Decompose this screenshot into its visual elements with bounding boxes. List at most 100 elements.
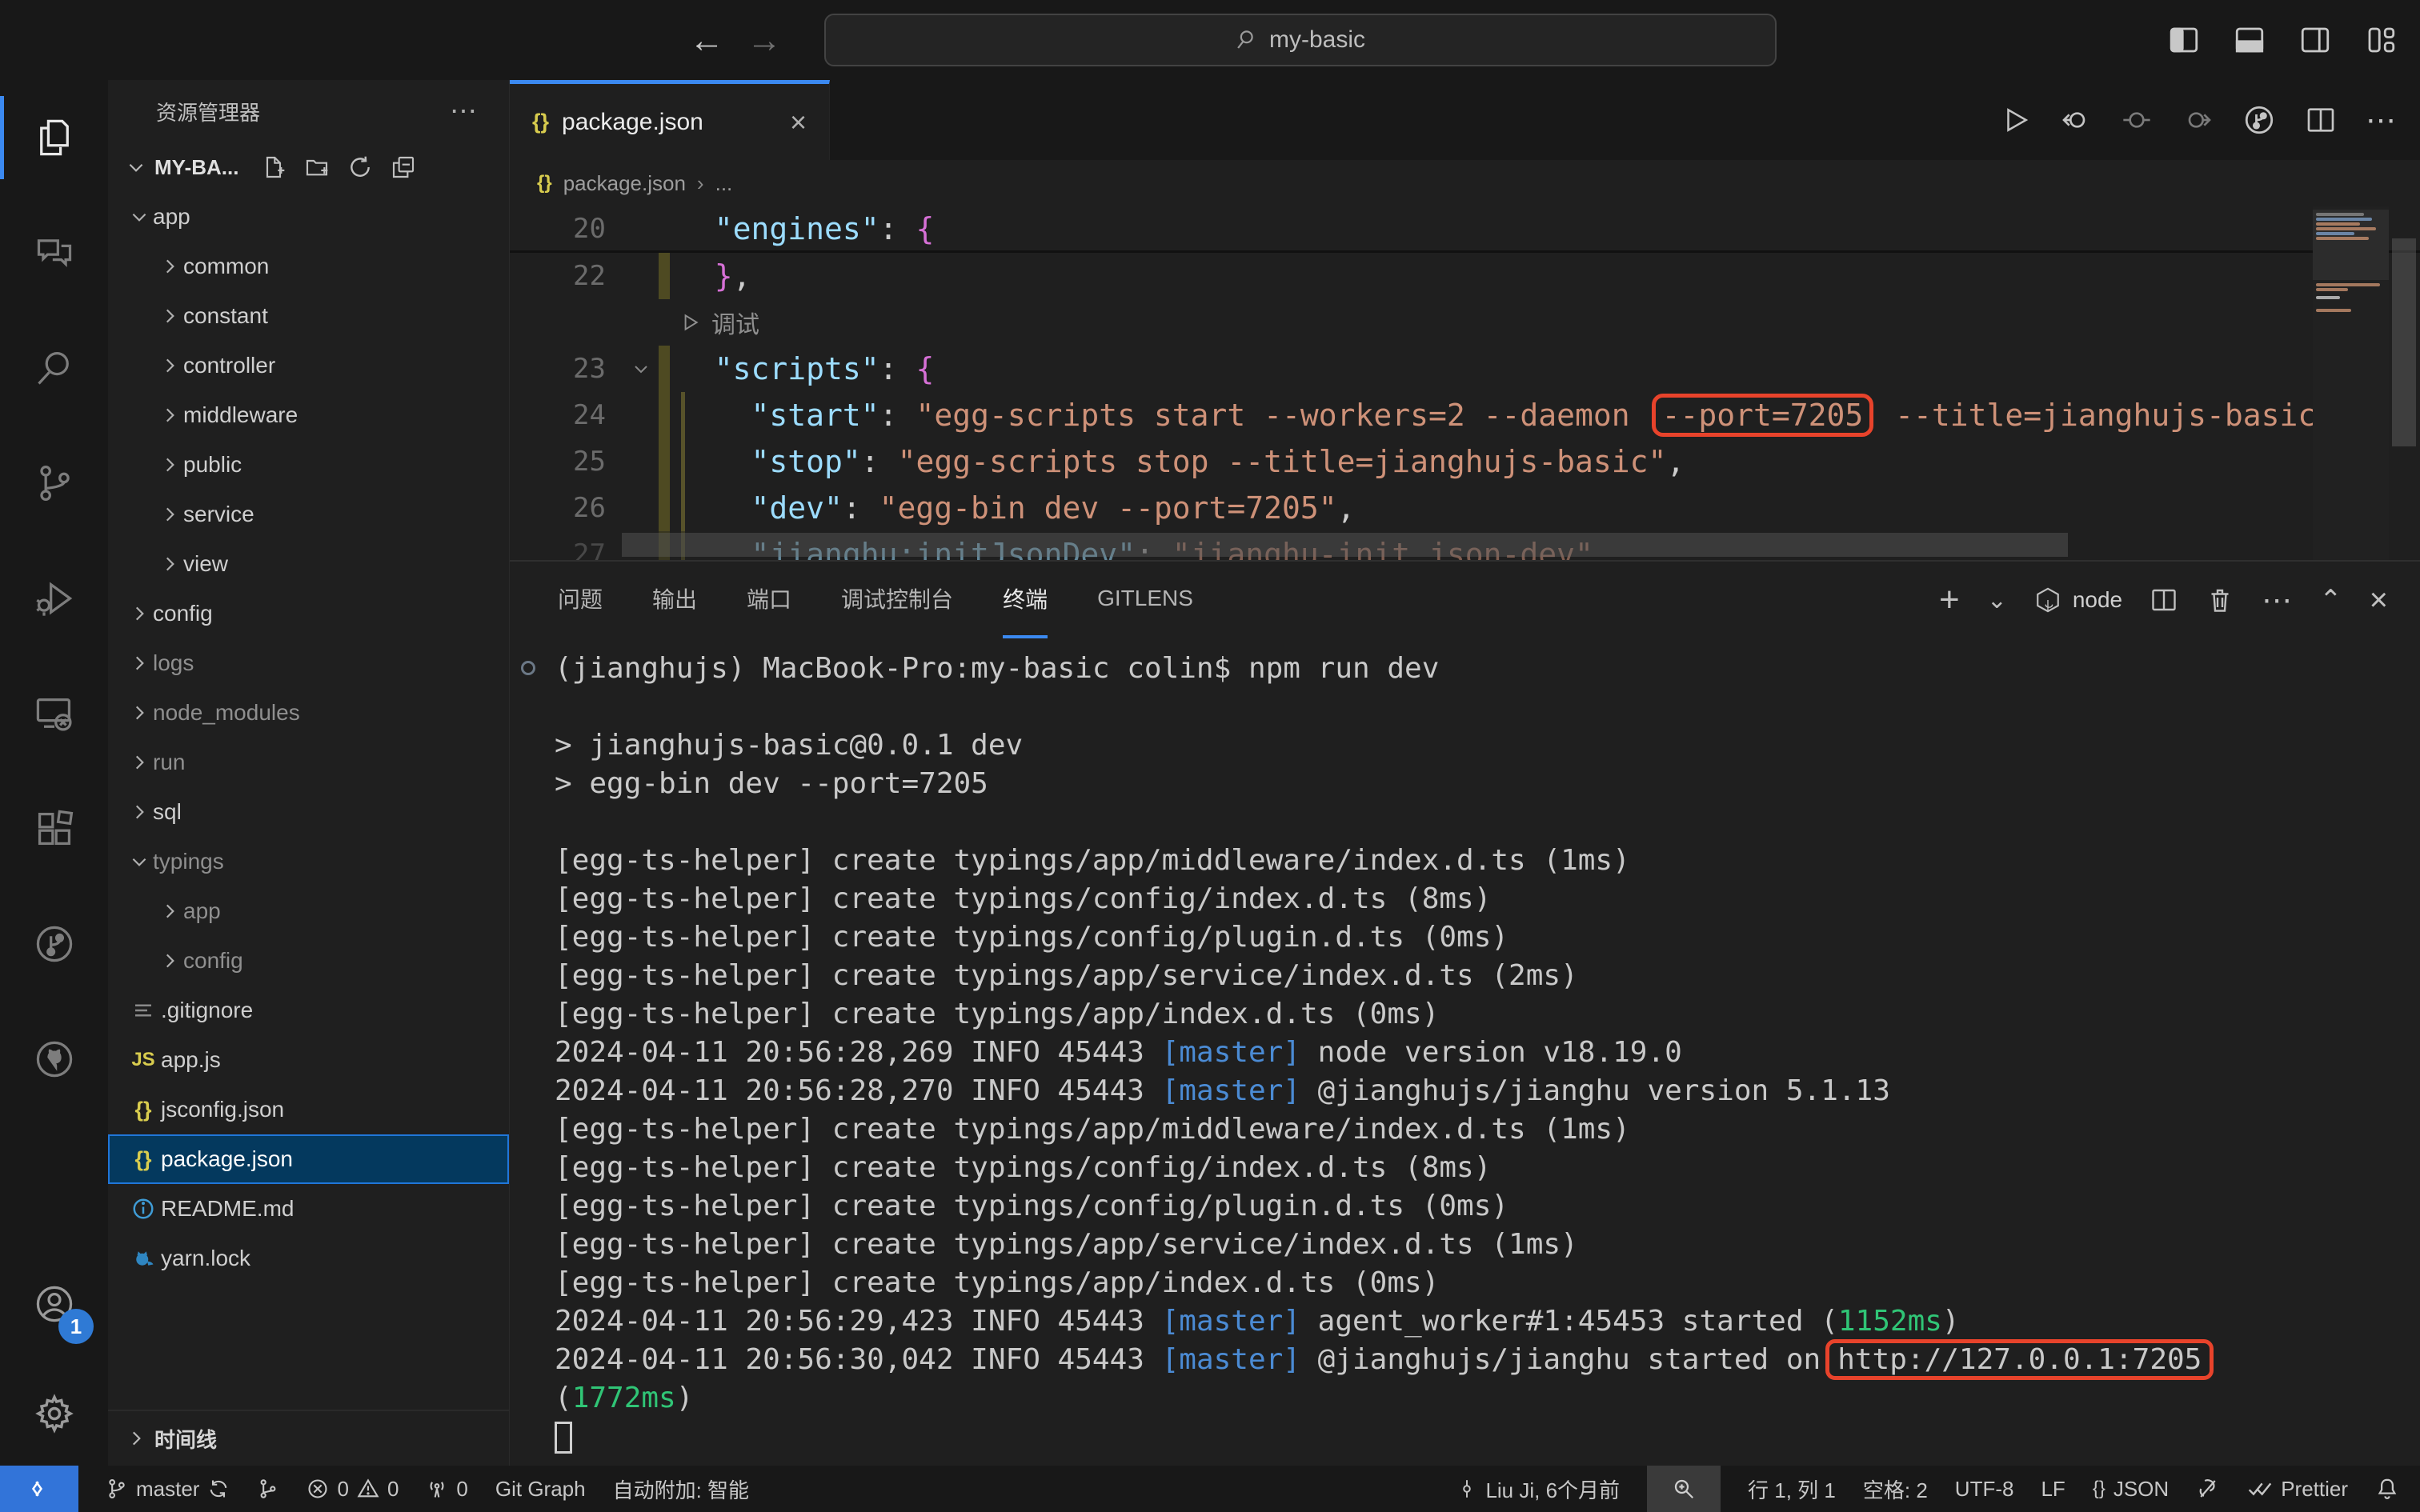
notifications-bell-icon[interactable] <box>2375 1477 2399 1501</box>
eol-status[interactable]: LF <box>2041 1477 2065 1502</box>
code-line-23[interactable]: 23 "scripts": { <box>510 346 2420 392</box>
prev-change-icon[interactable] <box>2060 104 2092 136</box>
refresh-icon[interactable] <box>347 154 373 180</box>
indentation-status[interactable]: 空格: 2 <box>1863 1474 1928 1504</box>
code-line-24[interactable]: 24 "start": "egg-scripts start --workers… <box>510 392 2420 438</box>
git-graph-button[interactable]: Git Graph <box>495 1477 586 1502</box>
horizontal-scrollbar[interactable] <box>622 533 2068 557</box>
new-terminal-icon[interactable]: + <box>1939 580 1960 620</box>
tree-folder-app[interactable]: app <box>108 192 509 242</box>
minimap[interactable] <box>2313 206 2389 560</box>
tree-file-jsconfig-json[interactable]: {}jsconfig.json <box>108 1085 509 1134</box>
slash-icon[interactable] <box>2196 1477 2220 1501</box>
tree-file-yarn-lock[interactable]: yarn.lock <box>108 1234 509 1283</box>
panel-tab-输出[interactable]: 输出 <box>652 562 697 638</box>
panel-tab-端口[interactable]: 端口 <box>747 562 791 638</box>
gitlens-activity-button[interactable] <box>0 886 108 1002</box>
language-status[interactable]: {} JSON <box>2093 1477 2169 1502</box>
tree-folder-config[interactable]: config <box>108 589 509 638</box>
change-dot-icon[interactable] <box>2121 104 2153 136</box>
tree-folder-middleware[interactable]: middleware <box>108 390 509 440</box>
code-line-22[interactable]: 22 }, <box>510 253 2420 299</box>
gitlens-icon[interactable] <box>2242 103 2276 137</box>
code-line-25[interactable]: 25 "stop": "egg-scripts stop --title=jia… <box>510 438 2420 485</box>
editor-more-icon[interactable]: ⋯ <box>2366 102 2396 138</box>
tree-file--gitignore[interactable]: .gitignore <box>108 986 509 1035</box>
command-decoration-icon[interactable] <box>521 661 535 675</box>
blame-status[interactable]: Liu Ji, 6个月前 <box>1456 1474 1620 1504</box>
panel-more-icon[interactable]: ⋯ <box>2262 582 2292 618</box>
git-graph-status-icon[interactable] <box>257 1478 279 1500</box>
branch-status[interactable]: master <box>106 1477 230 1502</box>
terminal-dropdown-icon[interactable]: ⌄ <box>1987 586 2007 614</box>
panel-tab-GITLENS[interactable]: GITLENS <box>1097 562 1193 638</box>
code-editor[interactable]: 20 "engines": {22 }, 调试 23 "scripts": {24 … <box>510 206 2420 560</box>
tree-folder-node-modules[interactable]: node_modules <box>108 688 509 738</box>
tree-file-app-js[interactable]: JSapp.js <box>108 1035 509 1085</box>
panel-tab-调试控制台[interactable]: 调试控制台 <box>841 562 953 638</box>
tab-package-json[interactable]: {} package.json × <box>510 80 830 160</box>
accounts-button[interactable]: 1 <box>0 1246 108 1362</box>
tree-file-readme-md[interactable]: README.md <box>108 1184 509 1234</box>
nav-back-icon[interactable]: ← <box>687 21 727 61</box>
chat-button[interactable] <box>0 195 108 310</box>
panel-tab-问题[interactable]: 问题 <box>558 562 603 638</box>
formatter-status[interactable]: Prettier <box>2247 1476 2348 1502</box>
toggle-secondary-sidebar-icon[interactable] <box>2298 23 2332 57</box>
terminal-process-item[interactable]: node <box>2034 586 2122 614</box>
explorer-more-icon[interactable]: ⋯ <box>450 95 477 127</box>
tree-folder-public[interactable]: public <box>108 440 509 490</box>
codelens-row[interactable]: 调试 <box>510 299 2420 346</box>
tree-folder-app[interactable]: app <box>108 886 509 936</box>
command-center-search[interactable]: my-basic <box>824 14 1777 66</box>
run-debug-button[interactable] <box>0 541 108 656</box>
tree-folder-service[interactable]: service <box>108 490 509 539</box>
maximize-panel-icon[interactable]: ⌃ <box>2319 584 2342 616</box>
explorer-button[interactable] <box>0 80 108 195</box>
split-editor-icon[interactable] <box>2305 104 2337 136</box>
close-panel-icon[interactable]: × <box>2370 582 2388 618</box>
vertical-scrollbar[interactable] <box>2389 206 2420 560</box>
tree-folder-config[interactable]: config <box>108 936 509 986</box>
code-line-20[interactable]: 20 "engines": { <box>510 206 2420 253</box>
extensions-button[interactable] <box>0 771 108 886</box>
ports-status[interactable]: 0 <box>426 1477 467 1502</box>
tab-close-icon[interactable]: × <box>790 106 807 139</box>
timeline-section[interactable]: 时间线 <box>108 1410 509 1466</box>
tree-folder-sql[interactable]: sql <box>108 787 509 837</box>
encoding-status[interactable]: UTF-8 <box>1955 1477 2014 1502</box>
search-button[interactable] <box>0 310 108 426</box>
split-terminal-icon[interactable] <box>2150 586 2178 614</box>
breadcrumb-more[interactable]: ... <box>715 171 733 196</box>
source-control-button[interactable] <box>0 426 108 541</box>
github-button[interactable] <box>0 1002 108 1117</box>
remote-explorer-button[interactable] <box>0 656 108 771</box>
breadcrumb[interactable]: {} package.json › ... <box>510 160 2420 206</box>
cursor-position[interactable]: 行 1, 列 1 <box>1748 1474 1836 1504</box>
terminal-output[interactable]: (jianghujs) MacBook-Pro:my-basic colin$ … <box>555 650 2396 1458</box>
run-icon[interactable] <box>2001 105 2031 135</box>
toggle-panel-icon[interactable] <box>2233 23 2266 57</box>
tree-file-package-json[interactable]: {}package.json <box>108 1134 509 1184</box>
toggle-sidebar-icon[interactable] <box>2167 23 2201 57</box>
zoom-button[interactable] <box>1647 1466 1721 1512</box>
tree-folder-view[interactable]: view <box>108 539 509 589</box>
problems-status[interactable]: 0 0 <box>307 1477 399 1502</box>
kill-terminal-icon[interactable] <box>2206 586 2234 614</box>
tree-folder-run[interactable]: run <box>108 738 509 787</box>
fold-chevron-icon[interactable] <box>631 346 651 392</box>
breadcrumb-file[interactable]: package.json <box>563 171 686 196</box>
customize-layout-icon[interactable] <box>2364 23 2398 57</box>
tree-folder-common[interactable]: common <box>108 242 509 291</box>
next-change-icon[interactable] <box>2182 104 2214 136</box>
code-line-26[interactable]: 26 "dev": "egg-bin dev --port=7205", <box>510 485 2420 531</box>
new-folder-icon[interactable] <box>304 154 330 180</box>
tree-folder-logs[interactable]: logs <box>108 638 509 688</box>
auto-attach-status[interactable]: 自动附加: 智能 <box>613 1474 749 1504</box>
collapse-folders-icon[interactable] <box>391 154 416 180</box>
tree-folder-constant[interactable]: constant <box>108 291 509 341</box>
tree-folder-controller[interactable]: controller <box>108 341 509 390</box>
nav-forward-icon[interactable]: → <box>744 21 784 61</box>
new-file-icon[interactable] <box>261 154 286 180</box>
codelens-debug[interactable]: 调试 <box>510 305 759 340</box>
